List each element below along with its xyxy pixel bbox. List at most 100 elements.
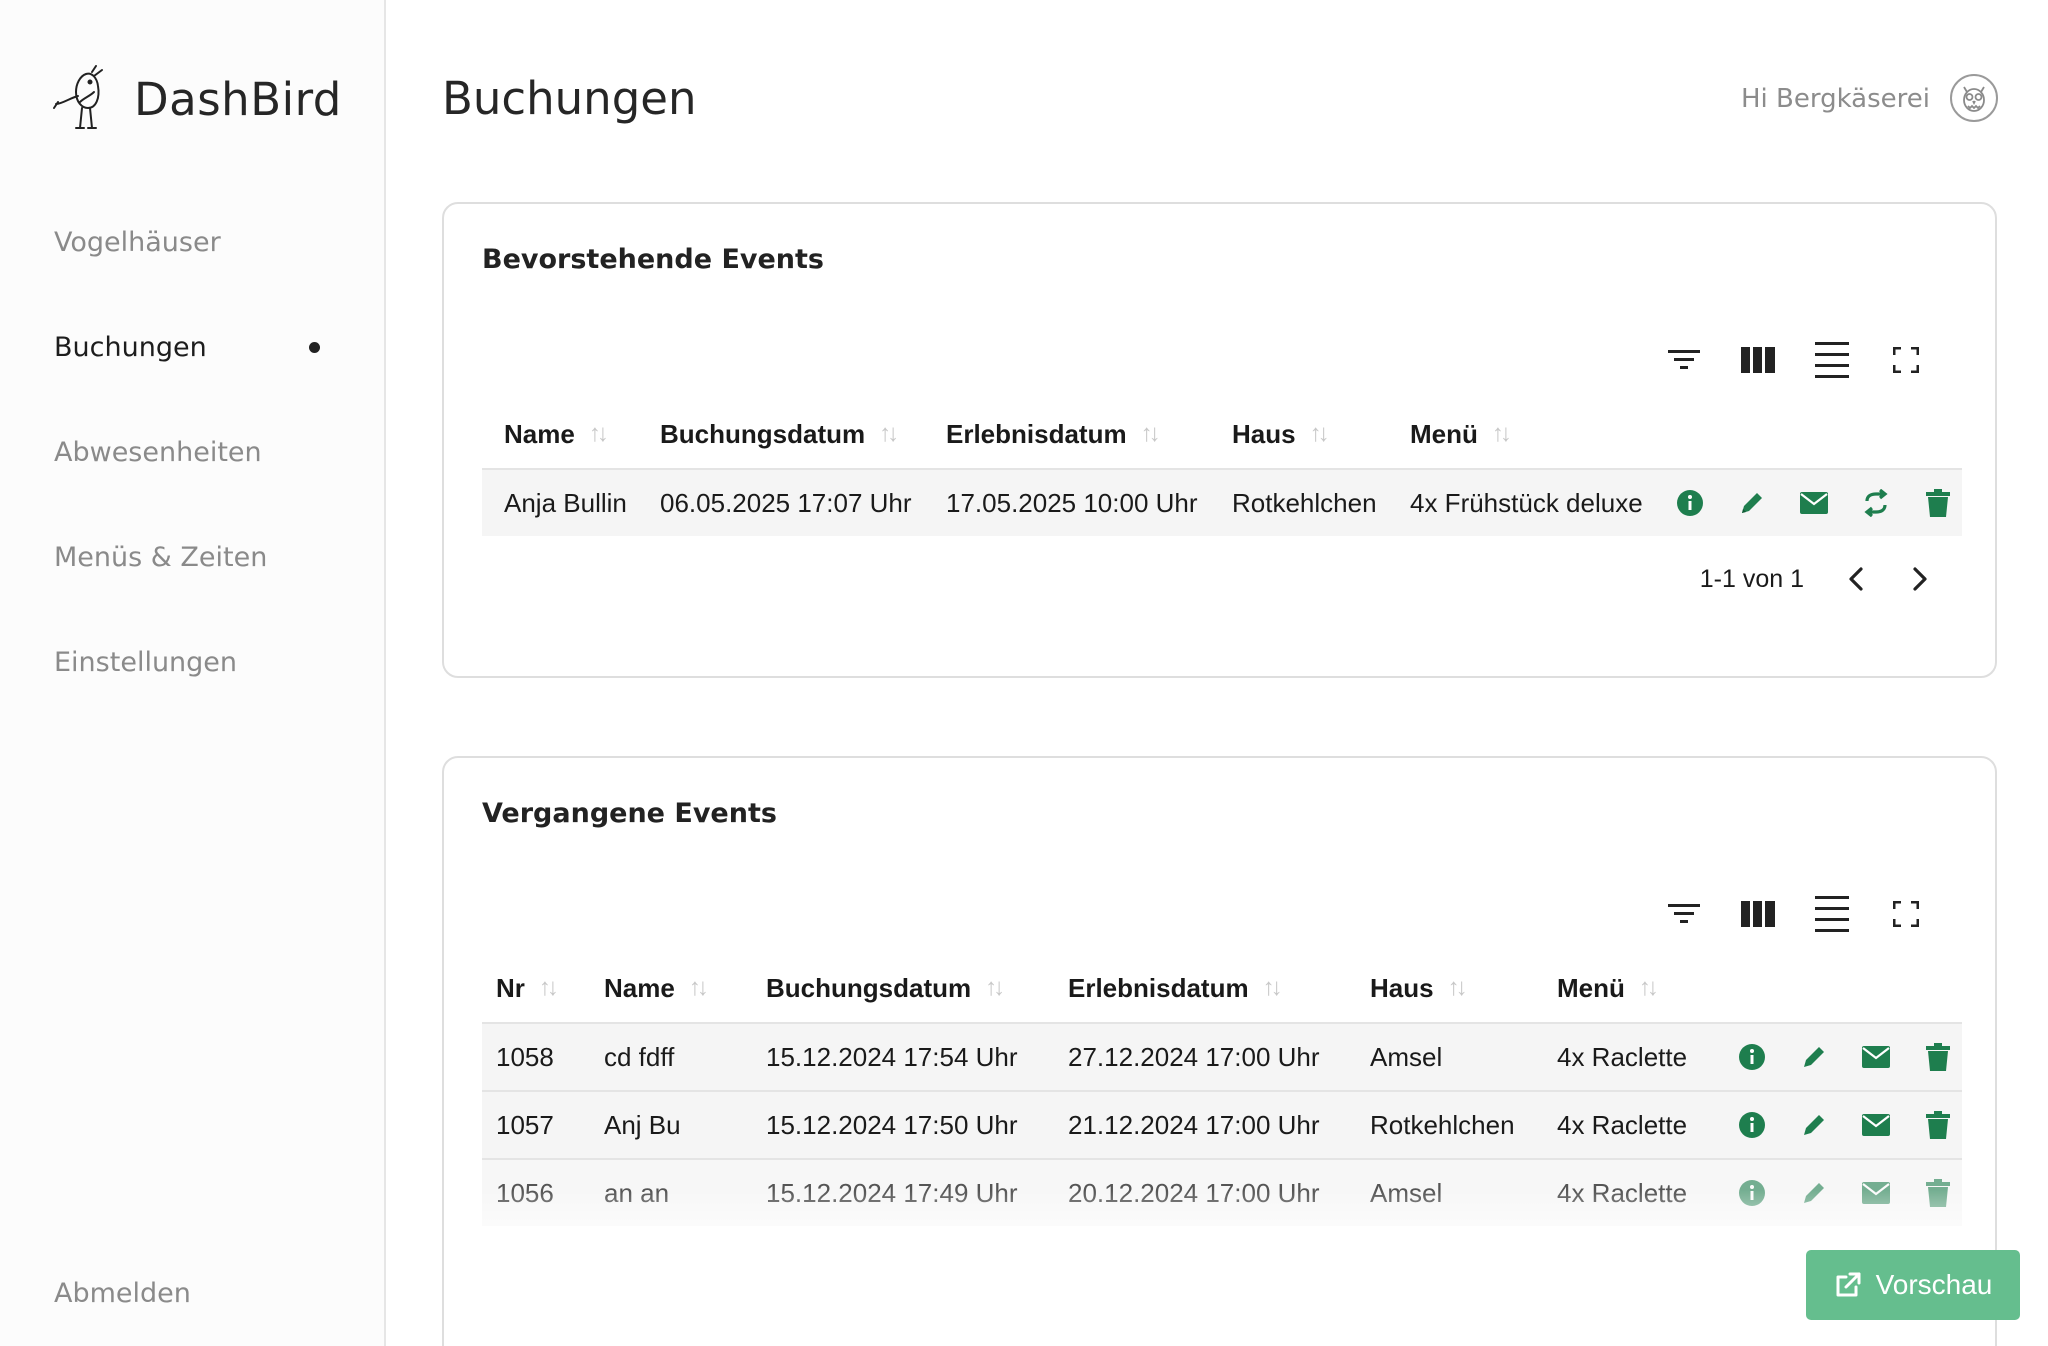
pagination-info: 1-1 von 1	[1699, 564, 1804, 593]
past-events-card: Vergangene Events Nr ↑↓ Name ↑↓ Buchungsda…	[442, 756, 1997, 1346]
cell-nr: 1057	[496, 1109, 554, 1140]
sort-icon: ↑↓	[1309, 420, 1330, 447]
sort-icon: ↑↓	[879, 420, 899, 447]
sort-icon: ↑↓	[1262, 974, 1283, 1001]
column-header-erlebnisdatum[interactable]: Erlebnisdatum ↑↓	[1068, 954, 1283, 1022]
column-header-menue[interactable]: Menü ↑↓	[1410, 400, 1512, 468]
sort-icon: ↑↓	[1638, 974, 1659, 1001]
info-icon[interactable]	[1736, 1109, 1768, 1141]
table-toolbar	[1647, 334, 1943, 386]
cell-event-date: 27.12.2024 17:00 Uhr	[1068, 1041, 1320, 1072]
table-row[interactable]: 1056 an an 15.12.2024 17:49 Uhr 20.12.20…	[482, 1158, 1962, 1226]
column-header-name[interactable]: Name ↑↓	[504, 400, 609, 468]
cell-event-date: 17.05.2025 10:00 Uhr	[946, 487, 1198, 518]
sidebar-item-label: Buchungen	[54, 332, 207, 363]
edit-icon[interactable]	[1798, 1177, 1830, 1209]
column-header-erlebnisdatum[interactable]: Erlebnisdatum ↑↓	[946, 400, 1161, 468]
cell-name: Anja Bullin	[504, 487, 627, 518]
column-header-haus[interactable]: Haus ↑↓	[1232, 400, 1330, 468]
logout-link[interactable]: Abmelden	[54, 1278, 191, 1309]
trash-icon[interactable]	[1922, 1041, 1954, 1073]
sort-icon: ↑↓	[1491, 420, 1512, 447]
cell-menu: 4x Raclette	[1557, 1041, 1688, 1072]
info-icon[interactable]	[1736, 1041, 1768, 1073]
past-table: Nr ↑↓ Name ↑↓ Buchungsdatum ↑↓ Erlebnisdatu…	[482, 954, 1962, 1346]
edit-icon[interactable]	[1798, 1041, 1830, 1073]
table-row[interactable]: 1057 Anj Bu 15.12.2024 17:50 Uhr 21.12.2…	[482, 1090, 1962, 1158]
preview-button-label: Vorschau	[1875, 1269, 1993, 1300]
brand[interactable]: DashBird	[52, 62, 342, 137]
fullscreen-icon[interactable]	[1869, 888, 1943, 940]
app-name: DashBird	[134, 73, 342, 126]
cell-event-date: 20.12.2024 17:00 Uhr	[1068, 1177, 1320, 1208]
active-indicator	[309, 342, 320, 353]
sidebar-item-menues-zeiten[interactable]: Menüs & Zeiten	[54, 505, 344, 610]
info-icon[interactable]	[1674, 487, 1706, 519]
mail-icon[interactable]	[1860, 1177, 1892, 1209]
card-title: Bevorstehende Events	[482, 244, 824, 275]
card-title: Vergangene Events	[482, 798, 777, 829]
table-row[interactable]: 1058 cd fdff 15.12.2024 17:54 Uhr 27.12.…	[482, 1022, 1962, 1090]
table-row[interactable]: Anja Bullin 06.05.2025 17:07 Uhr 17.05.2…	[482, 468, 1962, 536]
trash-icon[interactable]	[1922, 487, 1954, 519]
mail-icon[interactable]	[1798, 487, 1830, 519]
info-icon[interactable]	[1736, 1177, 1768, 1209]
sidebar-item-label: Vogelhäuser	[54, 227, 221, 258]
cell-menu: 4x Frühstück deluxe	[1410, 487, 1643, 518]
fullscreen-icon[interactable]	[1869, 334, 1943, 386]
density-icon[interactable]	[1795, 334, 1869, 386]
mail-icon[interactable]	[1860, 1041, 1892, 1073]
bird-logo-icon	[52, 62, 114, 137]
cell-nr: 1056	[496, 1177, 554, 1208]
sidebar-item-einstellungen[interactable]: Einstellungen	[54, 610, 344, 715]
preview-button[interactable]: Vorschau	[1806, 1250, 2020, 1320]
edit-icon[interactable]	[1736, 487, 1768, 519]
chevron-left-icon[interactable]	[1844, 564, 1868, 594]
owl-avatar-icon[interactable]	[1950, 74, 1998, 122]
columns-icon[interactable]	[1721, 334, 1795, 386]
sort-icon: ↑↓	[538, 974, 559, 1001]
columns-icon[interactable]	[1721, 888, 1795, 940]
cell-booking-date: 15.12.2024 17:50 Uhr	[766, 1109, 1018, 1140]
external-link-icon	[1836, 1272, 1861, 1297]
sidebar-item-vogelhaeuser[interactable]: Vogelhäuser	[54, 190, 344, 295]
cell-menu: 4x Raclette	[1557, 1177, 1688, 1208]
chevron-right-icon[interactable]	[1908, 564, 1932, 594]
filter-icon[interactable]	[1647, 888, 1721, 940]
trash-icon[interactable]	[1922, 1177, 1954, 1209]
cell-booking-date: 15.12.2024 17:49 Uhr	[766, 1177, 1018, 1208]
filter-icon[interactable]	[1647, 334, 1721, 386]
sidebar-item-buchungen[interactable]: Buchungen	[54, 295, 344, 400]
cell-house: Amsel	[1370, 1177, 1443, 1208]
sidebar: DashBird Vogelhäuser Buchungen Abwesenhe…	[0, 0, 386, 1346]
cell-booking-date: 06.05.2025 17:07 Uhr	[660, 487, 912, 518]
rebook-icon[interactable]	[1860, 487, 1892, 519]
density-icon[interactable]	[1795, 888, 1869, 940]
sidebar-item-label: Menüs & Zeiten	[54, 542, 268, 573]
cell-menu: 4x Raclette	[1557, 1109, 1688, 1140]
sidebar-item-label: Einstellungen	[54, 647, 238, 678]
column-header-buchungsdatum[interactable]: Buchungsdatum ↑↓	[766, 954, 1005, 1022]
table-toolbar	[1647, 888, 1943, 940]
table-header: Nr ↑↓ Name ↑↓ Buchungsdatum ↑↓ Erlebnisdatu…	[482, 954, 1962, 1022]
column-header-menue[interactable]: Menü ↑↓	[1557, 954, 1659, 1022]
sort-icon: ↑↓	[588, 420, 609, 447]
sort-icon: ↑↓	[688, 974, 709, 1001]
column-header-haus[interactable]: Haus ↑↓	[1370, 954, 1468, 1022]
cell-nr: 1058	[496, 1041, 554, 1072]
column-header-nr[interactable]: Nr ↑↓	[496, 954, 559, 1022]
column-header-buchungsdatum[interactable]: Buchungsdatum ↑↓	[660, 400, 899, 468]
column-header-name[interactable]: Name ↑↓	[604, 954, 709, 1022]
mail-icon[interactable]	[1860, 1109, 1892, 1141]
upcoming-events-card: Bevorstehende Events Name ↑↓ Buchungsdatu…	[442, 202, 1997, 678]
page-title: Buchungen	[442, 72, 697, 125]
trash-icon[interactable]	[1922, 1109, 1954, 1141]
sort-icon: ↑↓	[1140, 420, 1161, 447]
cell-event-date: 21.12.2024 17:00 Uhr	[1068, 1109, 1320, 1140]
cell-name: Anj Bu	[604, 1109, 681, 1140]
sidebar-item-abwesenheiten[interactable]: Abwesenheiten	[54, 400, 344, 505]
table-header: Name ↑↓ Buchungsdatum ↑↓ Erlebnisdatum ↑↓ H…	[482, 400, 1962, 468]
cell-name: an an	[604, 1177, 670, 1208]
edit-icon[interactable]	[1798, 1109, 1830, 1141]
sort-icon: ↑↓	[1447, 974, 1468, 1001]
